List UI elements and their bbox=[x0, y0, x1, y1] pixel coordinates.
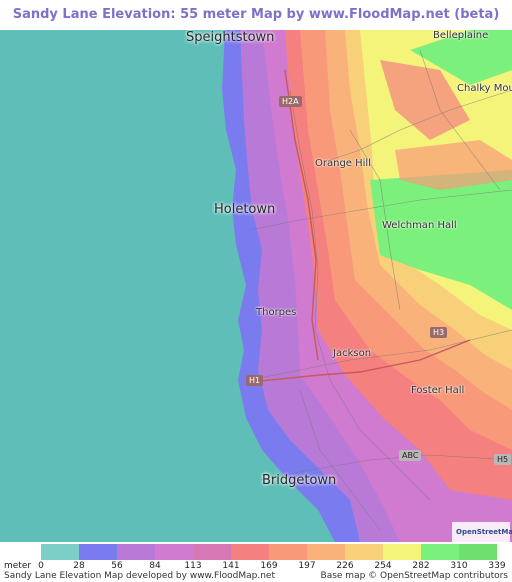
road-shield-abc: ABC bbox=[399, 450, 422, 461]
place-speightstown: Speightstown bbox=[186, 30, 275, 45]
openstreetmap-logo[interactable]: OpenStreetMap bbox=[452, 522, 512, 542]
place-chalky-mount: Chalky Moun bbox=[457, 83, 512, 94]
legend-tick-label: 339 bbox=[488, 561, 506, 571]
credit-floodmap: Sandy Lane Elevation Map developed by ww… bbox=[4, 571, 275, 581]
legend-tick-label: 310 bbox=[450, 561, 468, 571]
legend-swatch bbox=[269, 544, 307, 560]
legend-tick-label: 226 bbox=[336, 561, 354, 571]
legend-swatch bbox=[383, 544, 421, 560]
legend-tick-label: 197 bbox=[298, 561, 316, 571]
place-foster-hall: Foster Hall bbox=[411, 385, 465, 396]
legend-swatch bbox=[307, 544, 345, 560]
legend-tick-label: 28 bbox=[73, 561, 85, 571]
legend-swatch bbox=[193, 544, 231, 560]
elevation-shading bbox=[0, 30, 512, 542]
elevation-map[interactable]: Speightstown Belleplaine Chalky Moun Ora… bbox=[0, 30, 512, 542]
legend-tick-label: 169 bbox=[260, 561, 278, 571]
legend-swatch bbox=[231, 544, 269, 560]
road-shield-h5: H5 bbox=[494, 454, 512, 465]
legend-tick-label: 113 bbox=[184, 561, 202, 571]
road-shield-h3: H3 bbox=[430, 327, 448, 338]
legend-unit: meter bbox=[4, 561, 32, 571]
legend-swatch bbox=[117, 544, 155, 560]
legend-tick-label: 84 bbox=[149, 561, 161, 571]
legend-swatch bbox=[79, 544, 117, 560]
legend-tick-label: 282 bbox=[412, 561, 430, 571]
legend-swatch bbox=[345, 544, 383, 560]
legend-tick-label: 254 bbox=[374, 561, 392, 571]
road-shield-h1: H1 bbox=[246, 375, 264, 386]
place-bridgetown: Bridgetown bbox=[262, 473, 337, 488]
map-title: Sandy Lane Elevation: 55 meter Map by ww… bbox=[12, 7, 500, 22]
credit-openstreetmap: Base map © OpenStreetMap contributors bbox=[320, 571, 508, 581]
elevation-legend: meter 0 28 56 84 113 141 169 197 226 254 282 310 339… bbox=[0, 542, 512, 582]
legend-swatch bbox=[155, 544, 193, 560]
place-thorpes: Thorpes bbox=[256, 307, 297, 318]
place-jackson: Jackson bbox=[333, 348, 372, 359]
legend-tick-label: 0 bbox=[38, 561, 44, 571]
legend-tick-label: 141 bbox=[222, 561, 240, 571]
legend-swatch bbox=[41, 544, 79, 560]
road-shield-h2a: H2A bbox=[279, 96, 302, 107]
legend-swatch bbox=[421, 544, 459, 560]
place-welchman-hall: Welchman Hall bbox=[382, 220, 457, 231]
place-holetown: Holetown bbox=[214, 202, 276, 217]
place-orange-hill: Orange Hill bbox=[315, 158, 371, 169]
place-belleplaine: Belleplaine bbox=[433, 30, 489, 41]
legend-tick-label: 56 bbox=[111, 561, 123, 571]
legend-swatch bbox=[459, 544, 497, 560]
